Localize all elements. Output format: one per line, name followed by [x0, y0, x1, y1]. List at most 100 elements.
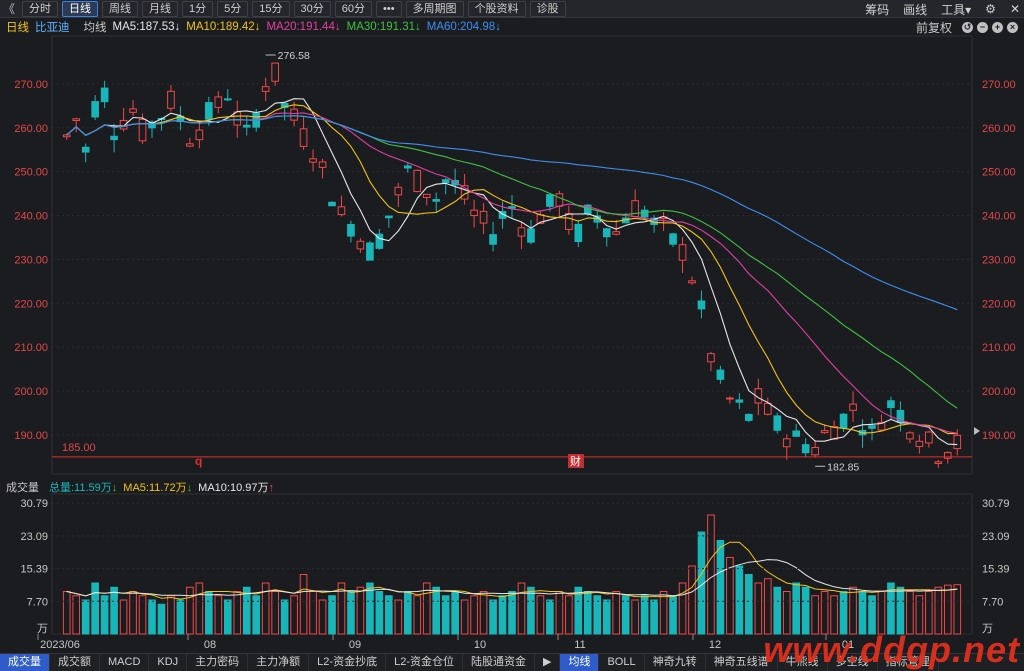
indicator-tab-15[interactable]: 多空线 [828, 654, 878, 671]
indicator-tab-6[interactable]: L2-资金抄底 [309, 654, 387, 671]
volume-bar [205, 591, 213, 635]
indicator-tab-0[interactable]: 成交量 [0, 654, 50, 671]
candle-body [868, 425, 876, 429]
volume-bar [925, 591, 933, 635]
candle-body [811, 446, 819, 456]
volume-tick-right: 15.39 [982, 564, 1010, 576]
volume-bar [119, 599, 128, 635]
volume-bar [602, 599, 611, 635]
ma10-line [66, 104, 958, 435]
candle-body [271, 62, 279, 82]
candle-body [290, 108, 298, 121]
volume-bar [470, 595, 478, 635]
candle-body [110, 135, 118, 141]
high-label: 276.58 [278, 50, 310, 62]
indicator-tab-8[interactable]: 陆股通资金 [463, 654, 535, 671]
indicator-tab-16[interactable]: 指标管理 [878, 654, 939, 671]
indicator-tab-2[interactable]: MACD [100, 654, 150, 671]
candle-body [707, 353, 715, 363]
candle-body [394, 186, 403, 196]
candle-body [72, 118, 81, 121]
low-label: 182.85 [827, 461, 859, 473]
indicator-tab-3[interactable]: KDJ [149, 654, 188, 671]
support-label: 185.00 [62, 442, 96, 454]
indicator-tab-14[interactable]: 牛熊线 [778, 654, 828, 671]
candle-body [830, 425, 838, 440]
volume-bar [792, 582, 801, 635]
volume-bar [451, 591, 459, 635]
volume-bar [299, 574, 308, 635]
volume-bar [148, 599, 156, 635]
volume-bar [186, 586, 194, 635]
candle-body [441, 179, 450, 183]
volume-bar [631, 599, 639, 635]
candle-body [214, 96, 223, 108]
volume-total: 总量:11.59万↓ [49, 482, 118, 494]
stock-chart-window: 《 分时 日线 周线 月线 1分 5分 15分 30分 60分 ••• 多周期图 个股资料 诊股 筹码 … [0, 0, 1024, 671]
ma20-line [66, 112, 958, 434]
indicator-tab-10[interactable]: 均线 [560, 654, 600, 671]
price-volume-chart[interactable]: 270.00 270.00 260.00 260.00 250.00 250.00 240.… [0, 0, 1024, 671]
indicator-tab-1[interactable]: 成交额 [50, 654, 100, 671]
candle-body [546, 194, 554, 207]
volume-bar [280, 599, 289, 635]
volume-bar [678, 582, 687, 635]
candle-body [669, 233, 677, 245]
price-tick-left: 210.00 [14, 342, 48, 354]
indicator-tab-7[interactable]: L2-资金仓位 [386, 654, 463, 671]
candle-body [640, 209, 649, 218]
indicator-tab-5[interactable]: 主力净额 [248, 654, 310, 671]
candle-body [792, 430, 801, 437]
indicator-tab-12[interactable]: 神奇九转 [645, 654, 706, 671]
price-tick-left: 200.00 [14, 386, 48, 398]
volume-tick-left: 7.70 [27, 596, 48, 608]
indicator-tabs: 成交量 成交额 MACD KDJ 主力密码 主力净额 L2-资金抄底 L2-资金仓位 陆股通资金… [0, 653, 1024, 671]
indicator-tab-11[interactable]: BOLL [599, 654, 645, 671]
volume-bar [877, 591, 886, 635]
candle-body [205, 102, 213, 120]
candle-body [678, 244, 687, 261]
candle-body [887, 400, 895, 409]
candle-body [934, 461, 943, 464]
volume-bar [801, 586, 810, 635]
candle-body [782, 438, 791, 448]
candle-body [366, 242, 374, 261]
volume-bar [91, 582, 99, 635]
volume-bar [650, 599, 658, 635]
candle-body [565, 213, 573, 230]
candle-body [233, 111, 242, 126]
indicator-tab-13[interactable]: 神奇五线谱 [706, 654, 778, 671]
current-price-marker [974, 427, 980, 435]
volume-bar [527, 586, 535, 635]
candle-body [697, 300, 706, 310]
volume-legend: 成交量 总量:11.59万↓ MA5:11.72万↓ MA10:10.97万↑ [0, 479, 1024, 495]
volume-bar [479, 591, 488, 635]
candle-body [820, 430, 829, 434]
volume-ma5: MA5:11.72万↓ [123, 482, 193, 494]
x-label: 10 [474, 639, 486, 651]
candle-body [555, 193, 564, 207]
candle-body [81, 146, 90, 153]
indicator-tab-9[interactable]: ▶ [535, 654, 561, 671]
volume-title[interactable]: 成交量 [6, 479, 39, 495]
candle-body [100, 87, 109, 103]
ma30-line [66, 115, 958, 409]
candle-body [602, 228, 611, 238]
volume-bar [394, 599, 403, 635]
volume-bar [896, 586, 905, 635]
price-tick-left: 240.00 [14, 211, 48, 223]
volume-unit-left: 万 [37, 623, 48, 635]
volume-bar [773, 586, 782, 635]
volume-tick-right: 30.79 [982, 498, 1010, 510]
volume-tick-left: 15.39 [20, 564, 48, 576]
candle-body [745, 413, 753, 421]
candle-body [403, 165, 412, 169]
volume-bar [62, 591, 71, 635]
volume-bar [688, 565, 696, 635]
volume-bar [176, 599, 185, 635]
volume-bar [707, 514, 715, 635]
volume-tick-left: 30.79 [20, 498, 48, 510]
indicator-tab-4[interactable]: 主力密码 [187, 654, 249, 671]
x-label: 09 [349, 639, 361, 651]
volume-bar [763, 578, 772, 635]
